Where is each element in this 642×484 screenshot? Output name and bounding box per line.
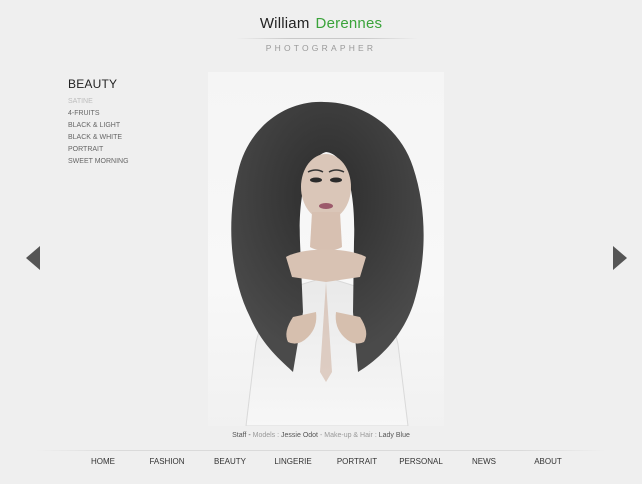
gallery-item-portrait[interactable]: PORTRAIT [68,144,129,156]
photo-credits: Staff - Models : Jessie Odot - Make-up &… [0,432,642,439]
header-divider [236,38,418,39]
nav-home[interactable]: HOME [91,457,115,466]
credits-makeup-label: Make-up & Hair : [324,432,377,439]
credits-staff-label: Staff - [232,432,251,439]
nav-portrait[interactable]: PORTRAIT [337,457,377,466]
gallery-item-sweet-morning[interactable]: SWEET MORNING [68,156,129,168]
credits-models-label: Models : [252,432,280,439]
nav-lingerie[interactable]: LINGERIE [274,457,311,466]
arrow-right-icon[interactable] [613,246,627,270]
credits-makeup-name: Lady Blue [378,432,410,439]
gallery-menu: BEAUTY SATINE 4-FRUITS BLACK & LIGHT BLA… [68,77,129,168]
main-nav: HOME FASHION BEAUTY LINGERIE PORTRAIT PE… [0,457,642,469]
nav-personal[interactable]: PERSONAL [399,457,443,466]
gallery-item-black-and-white[interactable]: BLACK & WHITE [68,132,129,144]
brand-first-name: William [259,15,310,32]
gallery-item-black-and-light[interactable]: BLACK & LIGHT [68,120,129,132]
gallery-title: BEAUTY [68,77,118,91]
site-tagline: PHOTOGRAPHER [265,43,377,53]
nav-beauty[interactable]: BEAUTY [214,457,246,466]
credits-model-name: Jessie Odot [281,432,318,439]
arrow-left-icon[interactable] [26,246,40,270]
footer-divider [36,450,606,451]
credits-separator: - [319,432,323,439]
gallery-photo [208,72,444,426]
nav-news[interactable]: NEWS [472,457,496,466]
site-logo[interactable]: William Derennes [0,15,642,32]
gallery-item-satine[interactable]: SATINE [68,96,129,108]
brand-last-name: Derennes [315,15,383,32]
nav-about[interactable]: ABOUT [534,457,562,466]
gallery-item-4-fruits[interactable]: 4-FRUITS [68,108,129,120]
nav-fashion[interactable]: FASHION [149,457,184,466]
